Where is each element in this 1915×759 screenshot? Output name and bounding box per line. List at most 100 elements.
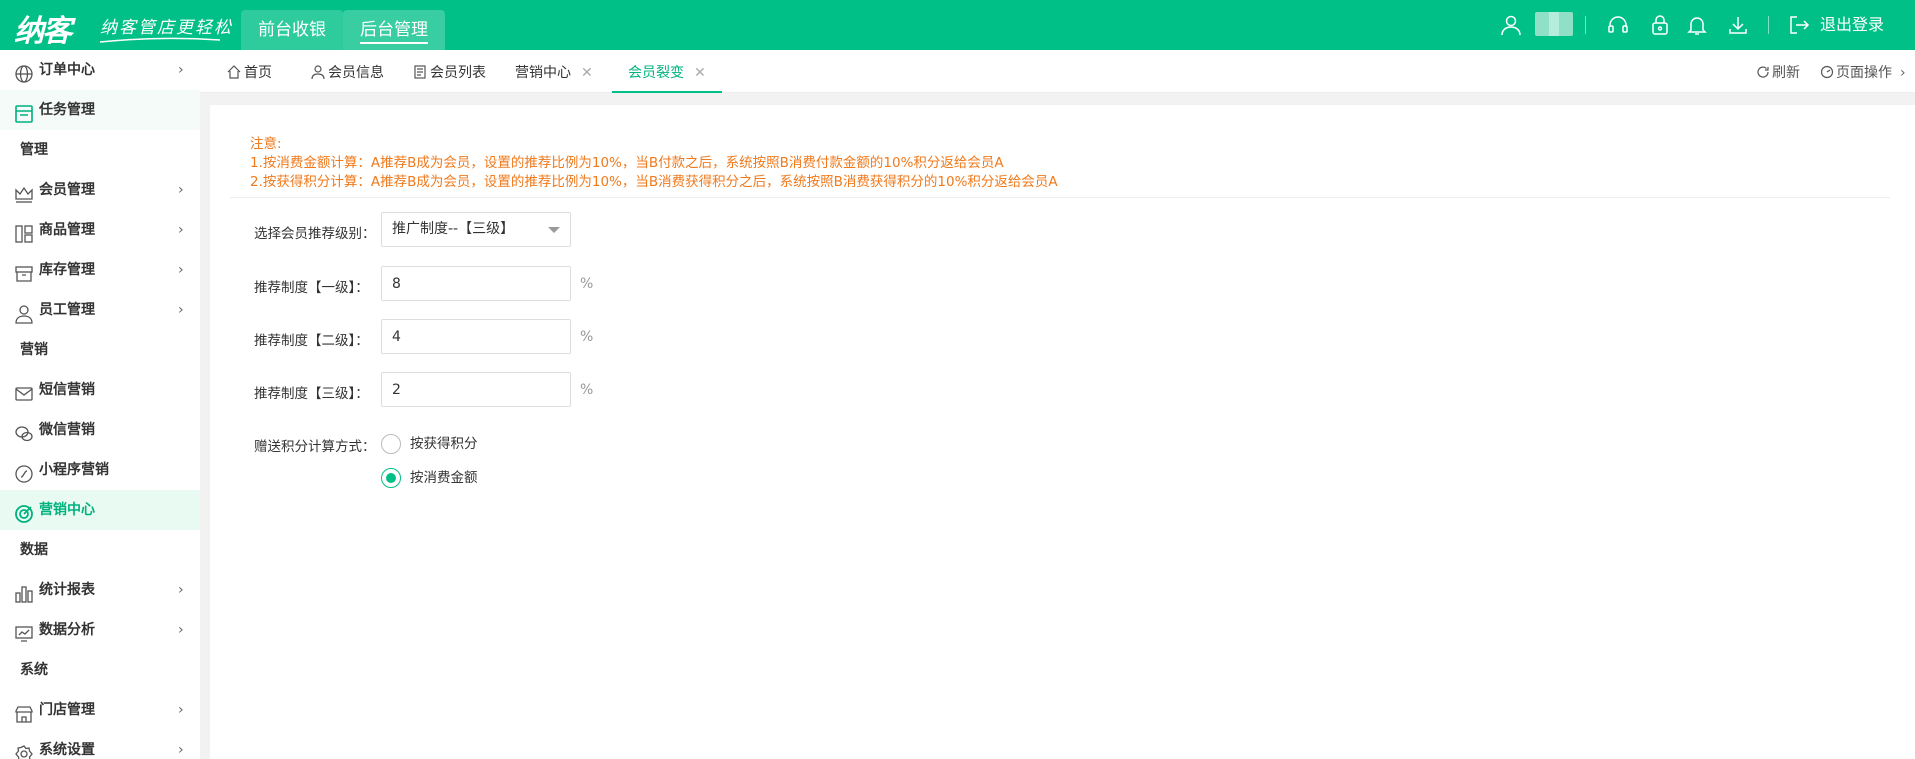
sidebar-item-sms[interactable]: 短信营销 [0,370,200,410]
tab-member-fission[interactable]: 会员裂变 ✕ [612,50,722,93]
backend-tab[interactable]: 后台管理 [343,10,445,50]
logo-swoosh [100,37,220,43]
mini-program-icon [14,460,34,483]
sidebar-item-label: 小程序营销 [39,462,109,478]
bell-icon[interactable] [1686,14,1708,36]
active-underline [360,42,428,44]
sidebar: 订单中心 › 任务管理 管理 会员管理 › 商品管理 › 库存管理 › 员工管理… [0,50,200,759]
sidebar-item-mini-program[interactable]: 小程序营销 [0,450,200,490]
sidebar-item-reports[interactable]: 统计报表 › [0,570,200,610]
chevron-right-icon: › [178,62,184,78]
tab-bar: 首页 会员信息 会员列表 营销中心 ✕ 会员裂变 ✕ 刷新 页面操作 › [200,50,1915,93]
divider [230,197,1890,198]
goods-icon [14,220,34,243]
percent-unit: % [580,329,594,345]
sidebar-item-goods[interactable]: 商品管理 › [0,210,200,250]
level-label: 选择会员推荐级别： [254,226,376,242]
tab-member-list[interactable]: 会员列表 [412,50,486,93]
sidebar-item-inventory[interactable]: 库存管理 › [0,250,200,290]
front-desk-tab[interactable]: 前台收银 [241,10,343,50]
top-bar: 纳客 纳客管店更轻松 前台收银 后台管理 退出登录 [0,0,1915,50]
logout-label: 退出登录 [1820,15,1885,34]
chevron-right-icon[interactable]: › [1900,50,1906,93]
level-select[interactable]: 推广制度--【三级】 [381,212,571,247]
mail-icon [14,380,34,401]
sidebar-item-marketing-center[interactable]: 营销中心 [0,490,200,530]
sidebar-item-members[interactable]: 会员管理 › [0,170,200,210]
list-icon [412,53,428,79]
sidebar-item-label: 数据分析 [39,622,95,638]
tab-label: 会员信息 [328,65,384,81]
calc-method-label: 赠送积分计算方式： [254,439,376,455]
radio-label: 按获得积分 [410,436,478,452]
divider [1585,16,1586,34]
chevron-right-icon: › [178,262,184,278]
percent-unit: % [580,276,594,292]
wechat-icon [14,420,34,442]
sidebar-item-label: 员工管理 [39,302,95,318]
level1-input[interactable] [381,266,571,301]
sidebar-item-orders[interactable]: 订单中心 › [0,50,200,90]
close-icon[interactable]: ✕ [694,65,706,81]
sidebar-item-tasks[interactable]: 任务管理 [0,90,200,130]
page-ops-label: 页面操作 [1836,65,1892,81]
level2-input[interactable] [381,319,571,354]
lock-icon[interactable] [1649,14,1671,36]
user-icon[interactable] [1500,14,1522,36]
backend-label: 后台管理 [360,20,428,40]
notice-block: 注意: 1.按消费金额计算：A推荐B成为会员，设置的推荐比例为10%，当B付款之… [250,135,1058,192]
chevron-right-icon: › [178,222,184,238]
level3-input[interactable] [381,372,571,407]
sidebar-item-stores[interactable]: 门店管理 › [0,690,200,730]
sidebar-item-label: 商品管理 [39,222,95,238]
notice-line: 1.按消费金额计算：A推荐B成为会员，设置的推荐比例为10%，当B付款之后，系统… [250,155,1004,171]
caret-down-icon [548,227,560,233]
tab-member-info[interactable]: 会员信息 [310,50,384,93]
chevron-right-icon: › [178,582,184,598]
tab-marketing-center[interactable]: 营销中心 ✕ [515,50,593,93]
bar-chart-icon [14,580,34,603]
sidebar-item-staff[interactable]: 员工管理 › [0,290,200,330]
radio-label: 按消费金额 [410,470,478,486]
page-ops-button[interactable]: 页面操作 [1820,50,1892,93]
tab-home[interactable]: 首页 [226,50,272,93]
refresh-icon [1756,52,1770,78]
target-icon [14,500,34,523]
gear-icon [14,740,34,759]
chevron-right-icon: › [178,622,184,638]
sidebar-group-system: 系统 [20,662,48,678]
headset-icon[interactable] [1607,14,1629,36]
notice-line: 2.按获得积分计算：A推荐B成为会员，设置的推荐比例为10%，当B消费获得积分之… [250,174,1058,190]
username-redacted [1535,12,1573,36]
radio-circle [381,468,401,488]
level-select-value: 推广制度--【三级】 [392,221,515,237]
sidebar-item-label: 短信营销 [39,382,95,398]
logo: 纳客 [14,14,72,49]
globe-icon [14,60,34,83]
sidebar-item-wechat[interactable]: 微信营销 [0,410,200,450]
person-icon [14,300,34,324]
home-icon [226,53,242,79]
sidebar-item-label: 库存管理 [39,262,95,278]
tab-label: 首页 [244,65,272,81]
percent-unit: % [580,382,594,398]
sidebar-item-label: 会员管理 [39,182,95,198]
sidebar-item-settings[interactable]: 系统设置 › [0,730,200,759]
refresh-button[interactable]: 刷新 [1756,50,1800,93]
crown-icon [14,180,34,203]
close-icon[interactable]: ✕ [581,65,593,81]
sidebar-group-data: 数据 [20,542,48,558]
logo-slogan: 纳客管店更轻松 [100,18,233,38]
box-icon [14,260,34,282]
tab-label: 营销中心 [515,65,571,81]
front-desk-label: 前台收银 [258,20,326,40]
sidebar-item-label: 营销中心 [39,502,95,518]
sidebar-item-analysis[interactable]: 数据分析 › [0,610,200,650]
tab-label: 会员裂变 [628,65,684,81]
logout-button[interactable]: 退出登录 [1788,13,1884,37]
download-icon[interactable] [1727,14,1749,36]
chevron-right-icon: › [178,182,184,198]
refresh-label: 刷新 [1772,65,1800,81]
member-icon [310,53,326,80]
sidebar-item-label: 门店管理 [39,702,95,718]
